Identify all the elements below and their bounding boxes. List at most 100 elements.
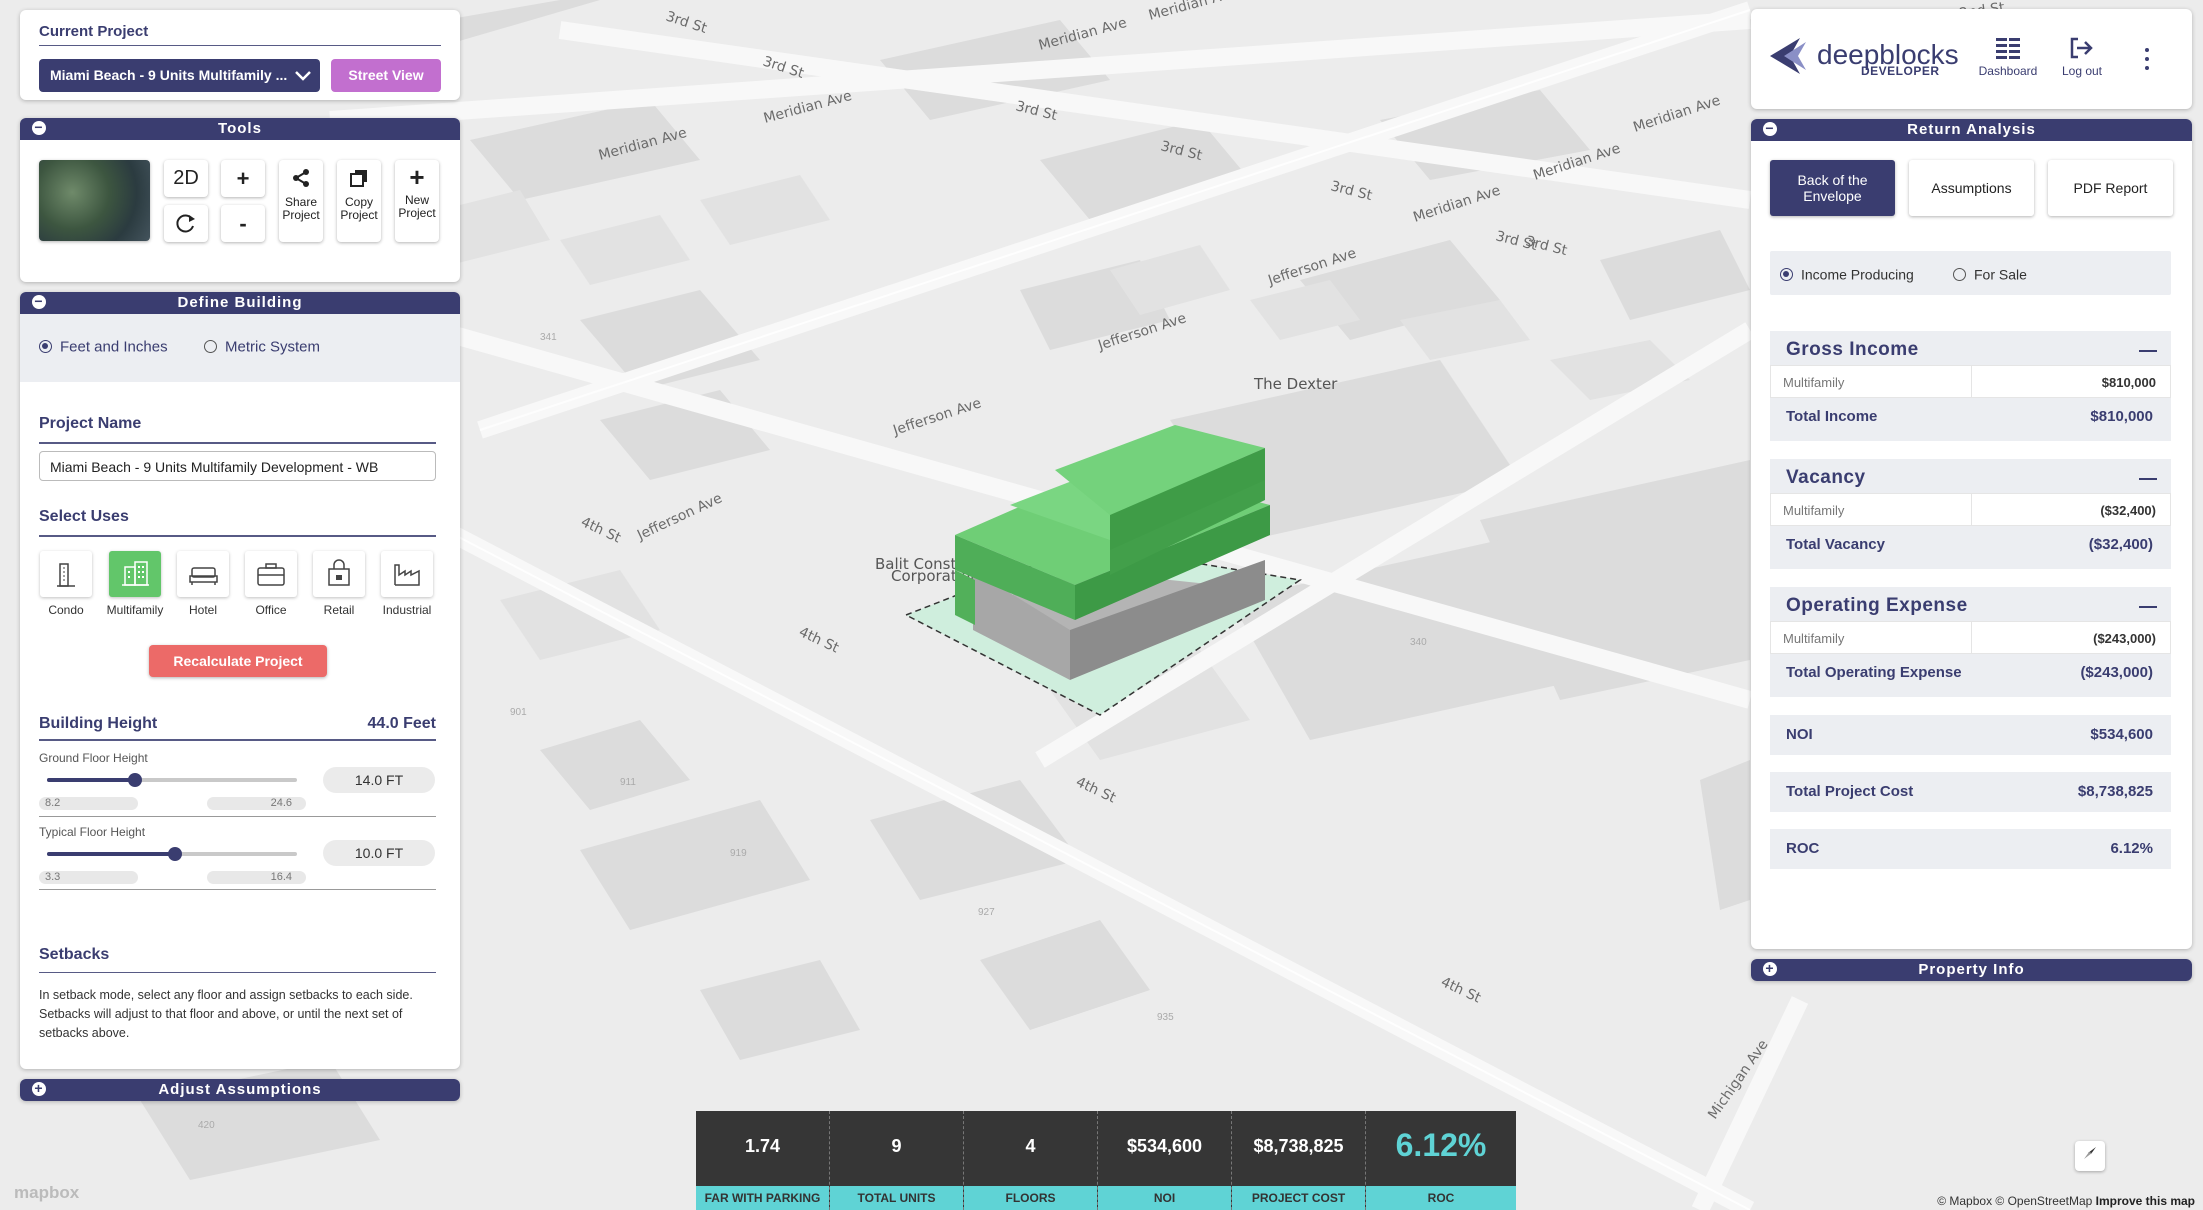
property-info-header[interactable]: + Property Info bbox=[1751, 959, 2192, 981]
stat-value: $534,600 bbox=[1126, 1136, 1203, 1156]
divider bbox=[39, 816, 436, 817]
minus-icon[interactable]: − bbox=[32, 294, 46, 309]
recalculate-project-button[interactable]: Recalculate Project bbox=[149, 645, 327, 677]
more-menu-icon[interactable] bbox=[2143, 47, 2151, 76]
typical-floor-slider-fill bbox=[47, 852, 175, 856]
divider bbox=[39, 535, 436, 537]
map-attribution: © Mapbox © OpenStreetMap Improve this ma… bbox=[1937, 1194, 2195, 1208]
for-sale-radio[interactable]: For Sale bbox=[1953, 251, 2027, 296]
adjust-assumptions-panel[interactable]: + Adjust Assumptions bbox=[20, 1079, 460, 1101]
street-view-button[interactable]: Street View bbox=[331, 59, 441, 92]
typical-floor-min: 3.3 bbox=[39, 871, 138, 884]
toggle-2d-button[interactable]: 2D bbox=[164, 160, 208, 197]
satellite-thumbnail[interactable] bbox=[39, 160, 150, 241]
divider bbox=[39, 442, 436, 444]
row-value[interactable]: ($243,000) bbox=[2093, 631, 2156, 646]
setbacks-description: In setback mode, select any floor and as… bbox=[39, 988, 413, 1040]
income-producing-label: Income Producing bbox=[1801, 266, 1914, 283]
use-hotel[interactable]: Hotel bbox=[174, 551, 232, 617]
use-office[interactable]: Office bbox=[242, 551, 300, 617]
for-sale-label: For Sale bbox=[1974, 266, 2027, 283]
current-project-panel: Current Project Miami Beach - 9 Units Mu… bbox=[20, 10, 460, 100]
project-select[interactable]: Miami Beach - 9 Units Multifamily ... bbox=[39, 59, 320, 92]
share-icon bbox=[279, 168, 323, 193]
improve-map-link[interactable]: Improve this map bbox=[2096, 1194, 2195, 1208]
svg-text:919: 919 bbox=[730, 848, 747, 859]
svg-text:420: 420 bbox=[198, 1120, 215, 1131]
use-office-label: Office bbox=[255, 603, 287, 617]
svg-text:901: 901 bbox=[510, 707, 527, 718]
unit-metric-label: Metric System bbox=[225, 338, 321, 356]
copy-project-button[interactable]: Copy Project bbox=[337, 160, 381, 242]
project-name-input[interactable]: Miami Beach - 9 Units Multifamily Develo… bbox=[39, 451, 436, 481]
logout-button[interactable]: Log out bbox=[2051, 37, 2113, 78]
stat-roc: 6.12% ROC bbox=[1366, 1111, 1516, 1210]
stat-label: NOI bbox=[1098, 1186, 1231, 1210]
row-value[interactable]: ($32,400) bbox=[2100, 503, 2156, 518]
divider bbox=[39, 889, 436, 890]
total-operating-expense-value: ($243,000) bbox=[2080, 664, 2153, 681]
copy-label-2: Project bbox=[340, 208, 378, 222]
compass-icon[interactable] bbox=[2075, 1141, 2105, 1171]
unit-metric-radio[interactable]: Metric System bbox=[204, 338, 320, 356]
tab-back-of-envelope[interactable]: Back of the Envelope bbox=[1770, 160, 1895, 216]
toggle-2d-label: 2D bbox=[173, 167, 199, 189]
use-hotel-label: Hotel bbox=[188, 603, 217, 617]
use-multifamily[interactable]: Multifamily bbox=[106, 551, 164, 617]
plus-icon[interactable]: + bbox=[32, 1081, 46, 1096]
tools-header[interactable]: − Tools bbox=[20, 118, 460, 140]
table-row: Multifamily $810,000 bbox=[1770, 365, 2171, 398]
define-building-panel: − Define Building Feet and Inches Metric… bbox=[20, 292, 460, 1069]
factory-icon bbox=[381, 551, 433, 597]
define-building-title: Define Building bbox=[177, 294, 303, 311]
logout-icon bbox=[2069, 37, 2095, 63]
row-value[interactable]: $810,000 bbox=[2102, 375, 2156, 390]
total-vacancy-value: ($32,400) bbox=[2088, 536, 2153, 553]
mapbox-logo[interactable]: mapbox bbox=[14, 1183, 79, 1203]
tab-assumptions[interactable]: Assumptions bbox=[1909, 160, 2034, 216]
property-info-panel[interactable]: + Property Info bbox=[1751, 959, 2192, 981]
row-name: Multifamily bbox=[1783, 631, 1845, 646]
briefcase-icon bbox=[245, 551, 297, 597]
income-producing-radio[interactable]: Income Producing bbox=[1780, 251, 1914, 296]
rotate-button[interactable] bbox=[164, 205, 208, 242]
use-condo[interactable]: Condo bbox=[37, 551, 95, 617]
typical-floor-max: 16.4 bbox=[207, 871, 306, 884]
vacancy-title: Vacancy bbox=[1786, 467, 1866, 488]
stat-floors: 4 FLOORS bbox=[964, 1111, 1098, 1210]
dashboard-button[interactable]: Dashboard bbox=[1977, 37, 2039, 78]
divider bbox=[39, 45, 441, 46]
zoom-in-button[interactable]: + bbox=[221, 160, 265, 197]
total-project-cost-label: Total Project Cost bbox=[1786, 783, 1914, 800]
brand-sub: DEVELOPER bbox=[1861, 64, 1940, 78]
define-building-header[interactable]: − Define Building bbox=[20, 292, 460, 314]
unit-feet-radio[interactable]: Feet and Inches bbox=[39, 338, 168, 356]
share-project-button[interactable]: Share Project bbox=[279, 160, 323, 242]
attribution-text[interactable]: © Mapbox © OpenStreetMap bbox=[1937, 1194, 2092, 1208]
minus-icon[interactable]: − bbox=[1763, 121, 1777, 136]
minus-icon[interactable]: − bbox=[32, 120, 46, 135]
deepblocks-logo[interactable] bbox=[1770, 38, 1814, 79]
row-name: Multifamily bbox=[1783, 503, 1845, 518]
building-height-label: Building Height bbox=[39, 715, 158, 732]
income-type-bar: Income Producing For Sale bbox=[1770, 251, 2171, 295]
use-retail[interactable]: Retail bbox=[310, 551, 368, 617]
collapse-dash-icon[interactable] bbox=[2139, 478, 2157, 480]
use-industrial[interactable]: Industrial bbox=[378, 551, 436, 617]
svg-text:340: 340 bbox=[1410, 637, 1427, 648]
poi-dexter[interactable]: The Dexter bbox=[1253, 375, 1338, 393]
ground-floor-value[interactable]: 14.0 FT bbox=[323, 767, 435, 793]
new-project-button[interactable]: + New Project bbox=[395, 160, 439, 242]
ground-floor-slider-thumb[interactable] bbox=[128, 773, 143, 787]
adjust-assumptions-header[interactable]: + Adjust Assumptions bbox=[20, 1079, 460, 1101]
plus-icon[interactable]: + bbox=[1763, 961, 1777, 976]
typical-floor-label: Typical Floor Height bbox=[39, 825, 146, 839]
typical-floor-slider-thumb[interactable] bbox=[167, 847, 182, 861]
typical-floor-value[interactable]: 10.0 FT bbox=[323, 840, 435, 866]
new-label-2: Project bbox=[398, 206, 436, 220]
tab-pdf-report[interactable]: PDF Report bbox=[2048, 160, 2173, 216]
collapse-dash-icon[interactable] bbox=[2139, 606, 2157, 608]
collapse-dash-icon[interactable] bbox=[2139, 350, 2157, 352]
zoom-out-button[interactable]: - bbox=[221, 205, 265, 242]
return-analysis-header[interactable]: − Return Analysis bbox=[1751, 119, 2192, 141]
